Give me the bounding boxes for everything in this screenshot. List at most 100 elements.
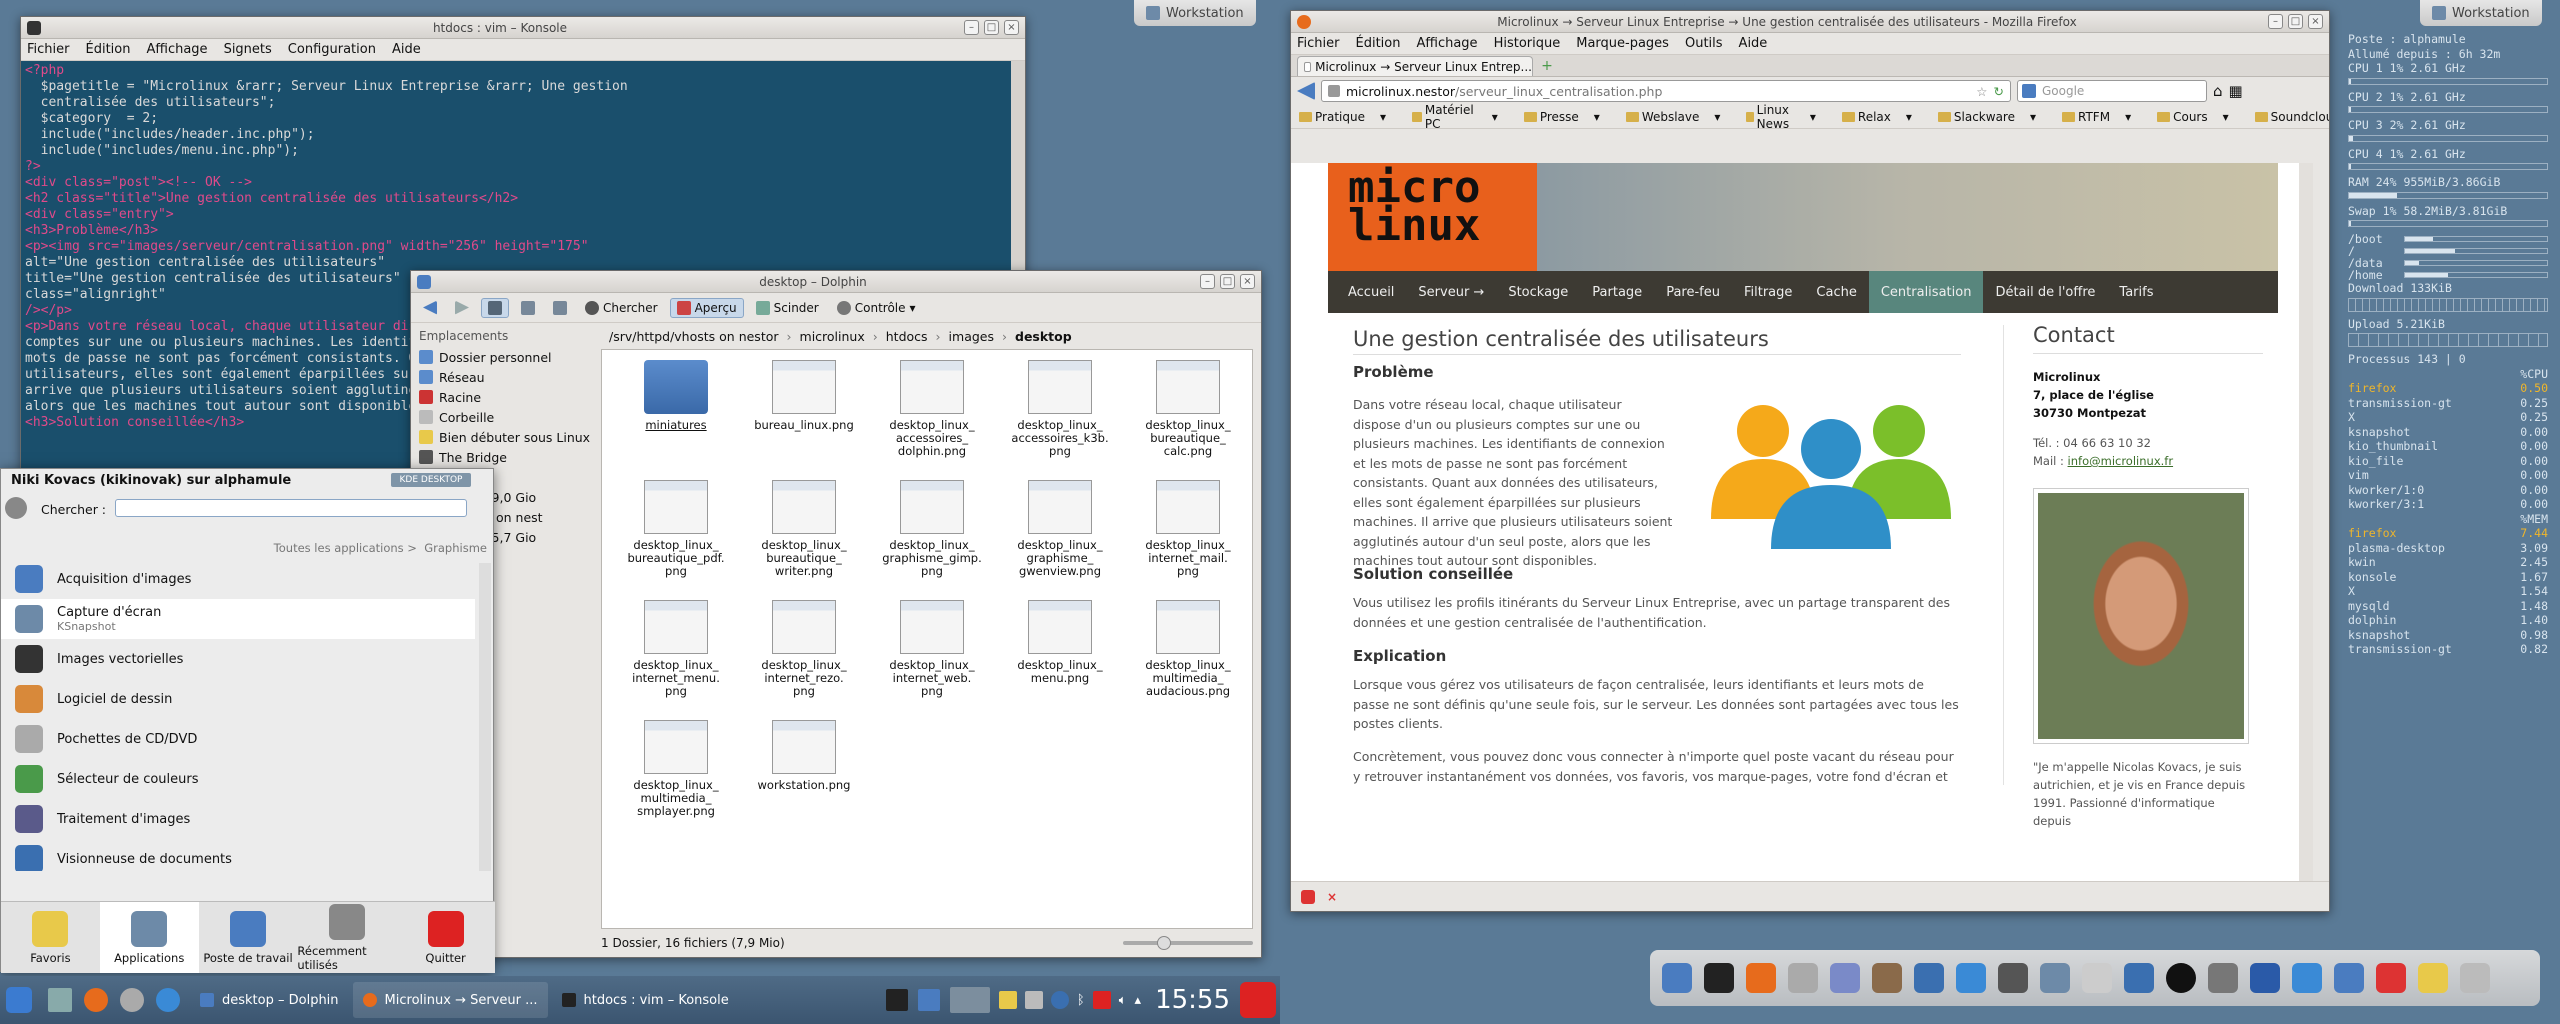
thunderbird-icon[interactable] [120, 988, 144, 1012]
addon-icon[interactable] [1301, 889, 1315, 904]
kickoff-tab[interactable]: Quitter [396, 902, 495, 973]
hp-icon[interactable] [1050, 991, 1069, 1009]
firefox-titlebar[interactable]: Microlinux → Serveur Linux Entreprise → … [1291, 11, 2329, 33]
dock-app-icon[interactable] [2250, 963, 2280, 993]
dock-app-icon[interactable] [2292, 963, 2322, 993]
app-item[interactable]: Visionneuse de documents [1, 839, 475, 871]
file-item[interactable]: desktop_linux_ internet_web. png [868, 600, 996, 720]
task-firefox[interactable]: Microlinux → Serveur ... [352, 982, 548, 1018]
ff-menu-0[interactable]: Fichier [1297, 36, 1340, 51]
workstation-pill-left[interactable]: Workstation [1134, 0, 1256, 26]
new-tab-button[interactable]: + [1537, 58, 1557, 76]
file-item[interactable]: desktop_linux_ internet_mail. png [1124, 480, 1252, 600]
dock-app-icon[interactable] [2124, 963, 2154, 993]
dock-app-icon[interactable] [2376, 963, 2406, 993]
breadcrumb-item[interactable]: htdocs [886, 329, 928, 344]
ff-menu-3[interactable]: Historique [1494, 36, 1561, 51]
place-item[interactable]: Bien débuter sous Linux [415, 427, 605, 447]
kickoff-tab[interactable]: Favoris [1, 902, 100, 973]
breadcrumb-item[interactable]: images [949, 329, 994, 344]
kickoff-tab[interactable]: Poste de travail [199, 902, 298, 973]
site-nav-item[interactable]: Centralisation [1868, 271, 1984, 313]
ff-menu-5[interactable]: Outils [1685, 36, 1723, 51]
maximize-button[interactable]: □ [984, 20, 999, 35]
dolphin-titlebar[interactable]: desktop – Dolphin – □ × [411, 271, 1261, 293]
site-nav-item[interactable]: Pare-feu [1654, 271, 1732, 313]
dock-app-icon[interactable] [2166, 963, 2196, 993]
maximize-button[interactable]: □ [1220, 274, 1235, 289]
firefox-icon[interactable] [84, 988, 108, 1012]
file-item[interactable]: desktop_linux_ bureautique_ calc.png [1124, 360, 1252, 480]
dock-app-icon[interactable] [2334, 963, 2364, 993]
file-item[interactable]: desktop_linux_ accessoires_k3b. png [996, 360, 1124, 480]
firefox-window[interactable]: Microlinux → Serveur Linux Entreprise → … [1290, 10, 2330, 912]
close-findbar-icon[interactable]: × [1327, 890, 1337, 904]
site-nav-item[interactable]: Cache [1804, 271, 1868, 313]
tray-expand-icon[interactable]: ▴ [1135, 993, 1142, 1008]
ff-menu-4[interactable]: Marque-pages [1576, 36, 1669, 51]
dock-app-icon[interactable] [2208, 963, 2238, 993]
search-bar[interactable]: Google [2017, 80, 2207, 102]
site-nav-item[interactable]: Partage [1580, 271, 1654, 313]
site-nav-item[interactable]: Serveur → [1406, 271, 1496, 313]
clock[interactable]: 15:55 [1155, 985, 1230, 1015]
app-item[interactable]: Acquisition d'images [1, 559, 475, 599]
minimize-button[interactable]: – [964, 20, 979, 35]
minimize-button[interactable]: – [2268, 14, 2283, 29]
bookmark-folder[interactable]: Matériel PC ▾ [1412, 103, 1510, 131]
klipper-icon[interactable] [917, 989, 940, 1011]
close-button[interactable]: × [1240, 274, 1255, 289]
bluetooth-icon[interactable]: ᛒ [1077, 993, 1085, 1008]
home-folder-icon[interactable] [48, 988, 72, 1012]
dock-app-icon[interactable] [1872, 963, 1902, 993]
app-item[interactable]: Capture d'écran KSnapshot [1, 599, 475, 639]
tab-microlinux[interactable]: Microlinux → Serveur Linux Entrep... [1297, 56, 1533, 76]
file-item[interactable]: desktop_linux_ bureautique_pdf. png [612, 480, 740, 600]
app-item[interactable]: Images vectorielles [1, 639, 475, 679]
place-item[interactable]: Corbeille [415, 407, 605, 427]
bookmark-folder[interactable]: Linux News ▾ [1746, 103, 1827, 131]
dolphin-window[interactable]: desktop – Dolphin – □ × Chercher Aperçu … [410, 270, 1262, 958]
kickoff-tab[interactable]: Récemment utilisés [297, 902, 396, 973]
app-item[interactable]: Sélecteur de couleurs [1, 759, 475, 799]
place-item[interactable]: Réseau [415, 367, 605, 387]
file-item[interactable]: desktop_linux_ multimedia_ audacious.png [1124, 600, 1252, 720]
menu-1[interactable]: Édition [86, 42, 131, 57]
file-item[interactable]: desktop_linux_ accessoires_ dolphin.png [868, 360, 996, 480]
kickoff-scrollbar[interactable] [479, 563, 491, 871]
workstation-pill-right[interactable]: Workstation [2420, 0, 2542, 26]
dock-app-icon[interactable] [1914, 963, 1944, 993]
page-scrollbar[interactable] [2299, 163, 2313, 881]
network-icon[interactable] [156, 988, 180, 1012]
kickoff-breadcrumb[interactable]: Toutes les applications > Graphisme [274, 541, 487, 555]
forward-button[interactable] [449, 299, 475, 317]
bookmark-folder[interactable]: RTFM ▾ [2062, 110, 2143, 124]
dock-app-icon[interactable] [2040, 963, 2070, 993]
home-icon[interactable]: ⌂ [2213, 82, 2223, 100]
back-icon[interactable] [1297, 82, 1315, 100]
menu-3[interactable]: Signets [224, 42, 272, 57]
contact-mail-link[interactable]: info@microlinux.fr [2068, 454, 2174, 468]
file-item[interactable]: desktop_linux_ graphisme_gimp. png [868, 480, 996, 600]
search-button[interactable]: Chercher [579, 299, 664, 317]
task-konsole[interactable]: htdocs : vim – Konsole [552, 982, 739, 1018]
site-nav-item[interactable]: Tarifs [2107, 271, 2165, 313]
keyboard-layout-icon[interactable] [1092, 991, 1111, 1009]
bookmark-folder[interactable]: Cours ▾ [2157, 110, 2241, 124]
maximize-button[interactable]: □ [2288, 14, 2303, 29]
minimize-button[interactable]: – [1200, 274, 1215, 289]
kde-menu-button[interactable] [0, 982, 38, 1018]
file-item[interactable]: bureau_linux.png [740, 360, 868, 480]
bookmark-folder[interactable]: Webslave ▾ [1625, 110, 1733, 124]
file-item[interactable]: desktop_linux_ bureautique_ writer.png [740, 480, 868, 600]
details-view-button[interactable] [515, 299, 541, 317]
app-item[interactable]: Traitement d'images [1, 799, 475, 839]
icons-view-button[interactable] [481, 297, 509, 318]
bookmark-star-icon[interactable]: ☆ [1976, 84, 1987, 99]
dock-app-icon[interactable] [1956, 963, 1986, 993]
dock-app-icon[interactable] [2418, 963, 2448, 993]
web-page[interactable]: micro linux Accueil Serveur → Stockage Part… [1291, 163, 2313, 881]
kickoff-tab[interactable]: Applications [99, 902, 199, 973]
breadcrumb-item[interactable]: microlinux [800, 329, 865, 344]
kickoff-menu[interactable]: Niki Kovacs (kikinovak) sur alphamule KD… [0, 468, 495, 973]
